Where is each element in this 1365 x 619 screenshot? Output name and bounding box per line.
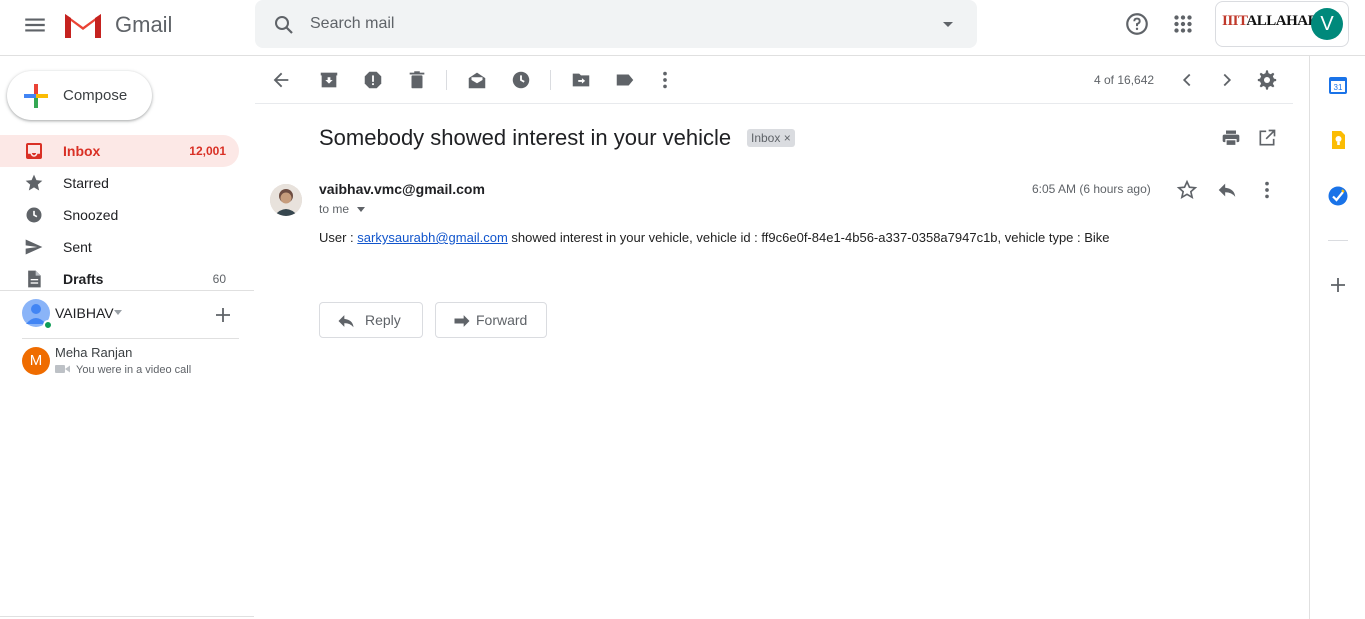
delete-icon[interactable] [406,69,428,91]
search-input[interactable] [310,12,910,36]
label-icon[interactable] [614,69,636,91]
hangouts-user-name[interactable]: VAIBHAV [55,305,114,321]
contact-name[interactable]: Meha Ranjan [55,345,132,360]
svg-text:31: 31 [1334,83,1343,92]
snooze-icon[interactable] [510,69,532,91]
new-conversation-icon[interactable] [214,306,232,324]
sidebar-item-inbox[interactable]: Inbox 12,001 [0,135,239,167]
inbox-icon [24,141,44,161]
account-avatar[interactable]: V [1311,8,1343,40]
compose-label: Compose [63,87,128,104]
chevron-left-icon[interactable] [1176,69,1198,91]
archive-icon[interactable] [318,69,340,91]
report-spam-icon[interactable] [362,69,384,91]
more-options-icon[interactable] [1256,179,1278,201]
contact-status: You were in a video call [76,364,192,376]
side-panel-divider [1328,240,1348,241]
tasks-icon[interactable] [1328,186,1348,206]
toolbar-separator [550,70,551,90]
sidebar-item-count: 60 [212,272,226,286]
message-body: User : sarkysaurabh@gmail.com showed int… [319,230,1110,245]
recipient-label: to me [319,202,350,216]
sidebar-item-label: Snoozed [63,207,119,223]
sidebar-divider [0,290,254,291]
sender-email[interactable]: vaibhav.vmc@gmail.com [319,181,485,197]
toolbar-divider [255,103,1293,104]
sidebar-item-starred[interactable]: Starred [0,167,239,199]
body-text-suffix: showed interest in your vehicle, vehicle… [507,230,1110,245]
body-text-prefix: User : [319,230,358,245]
reply-icon[interactable] [1216,179,1238,201]
chevron-right-icon[interactable] [1216,69,1238,91]
sidebar-item-label: Starred [63,175,109,191]
remove-label-icon[interactable]: × [784,131,791,145]
sidebar-item-label: Inbox [63,143,101,159]
google-apps-icon[interactable] [1170,11,1196,37]
pagination-count: 4 of 16,642 [1094,73,1155,87]
hangouts-divider [22,338,239,339]
message-timestamp: 6:05 AM (6 hours ago) [1032,182,1151,196]
open-in-new-window-icon[interactable] [1257,128,1277,148]
sidebar-item-sent[interactable]: Sent [0,231,239,263]
keep-icon[interactable] [1328,130,1348,150]
star-icon[interactable] [1176,179,1198,201]
reply-label: Reply [365,312,401,328]
contact-avatar[interactable]: M [22,347,50,375]
email-link[interactable]: sarkysaurabh@gmail.com [357,230,507,245]
sidebar-item-snoozed[interactable]: Snoozed [0,199,239,231]
video-call-icon [55,364,71,374]
forward-label: Forward [476,312,528,328]
move-to-icon[interactable] [570,69,592,91]
draft-icon [24,269,44,289]
sender-avatar[interactable] [270,184,302,216]
reply-button[interactable]: Reply [319,302,423,338]
email-subject: Somebody showed interest in your vehicle [319,125,732,150]
label-text: Inbox [751,131,781,145]
online-status-dot [43,320,53,330]
sidebar-item-label: Sent [63,239,92,255]
toolbar-separator [446,70,447,90]
app-name: Gmail [115,12,173,37]
clock-icon [24,205,44,225]
forward-icon [454,315,470,327]
calendar-icon[interactable]: 31 [1328,75,1348,95]
show-details-icon[interactable] [356,207,366,213]
chevron-down-icon[interactable] [113,310,123,316]
sidebar-item-count: 12,001 [189,144,226,158]
star-icon [24,173,44,193]
compose-plus-icon [22,82,50,110]
search-options-icon[interactable] [938,14,958,34]
search-icon[interactable] [272,13,296,37]
back-arrow-icon[interactable] [270,69,292,91]
get-addons-icon[interactable] [1328,275,1348,295]
mark-unread-icon[interactable] [466,69,488,91]
send-icon [24,237,44,257]
print-icon[interactable] [1221,128,1241,148]
more-options-icon[interactable] [654,69,676,91]
sidebar-bottom-divider [0,616,254,617]
main-menu-icon[interactable] [22,12,48,38]
inbox-label-chip[interactable]: Inbox × [747,129,795,147]
forward-button[interactable]: Forward [435,302,547,338]
reply-icon [338,315,354,328]
settings-gear-icon[interactable] [1256,69,1278,91]
help-icon[interactable] [1124,11,1150,37]
sidebar-item-label: Drafts [63,271,104,287]
